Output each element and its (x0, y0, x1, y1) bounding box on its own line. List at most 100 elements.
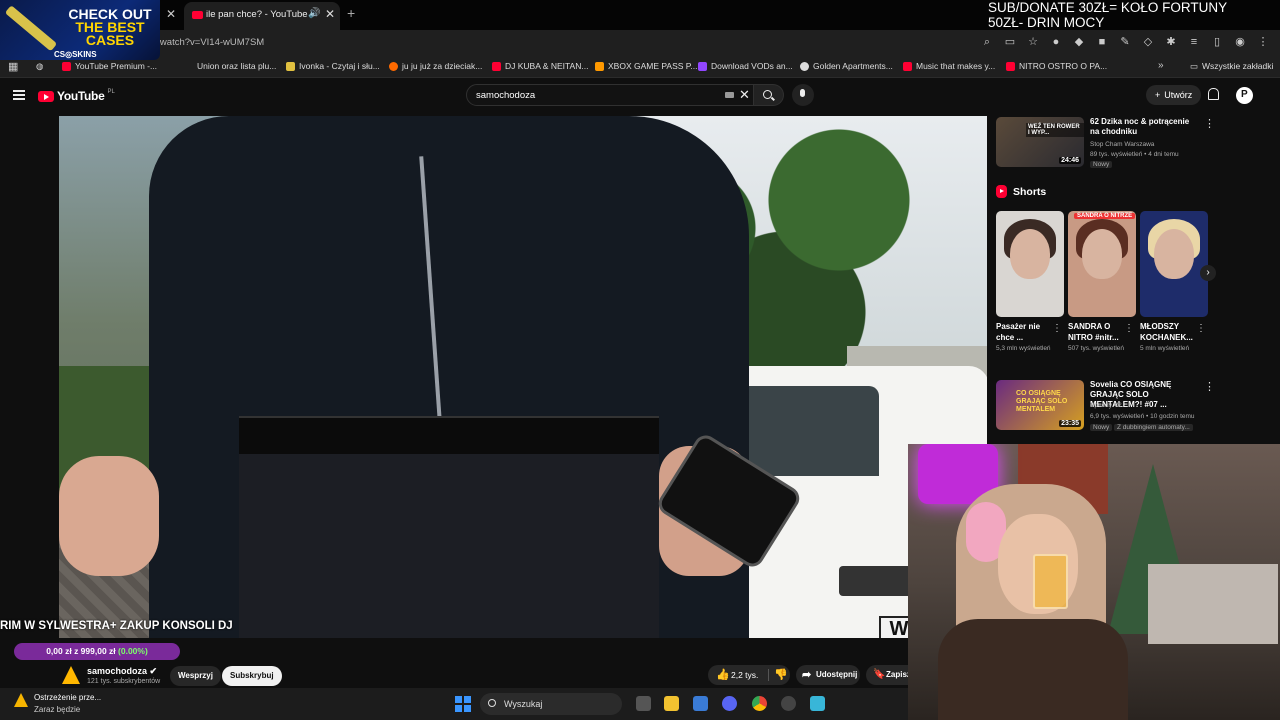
puzzle-icon[interactable]: ✱ (1164, 35, 1178, 49)
windows-start-icon[interactable] (455, 696, 471, 712)
chevron-right-icon[interactable]: › (1200, 265, 1216, 281)
short-views: 5 mln wyświetleń (1140, 345, 1190, 352)
thumbs-up-icon[interactable]: 👍 (716, 668, 730, 681)
discord-icon[interactable] (722, 696, 737, 711)
desk (1148, 564, 1278, 644)
video-player[interactable]: W (59, 116, 987, 638)
goal-percent: (0.00%) (118, 646, 148, 656)
menu-icon[interactable] (13, 90, 25, 100)
youtube-favicon-icon (192, 11, 203, 19)
menu-list-icon[interactable]: ≡ (1187, 35, 1201, 49)
bookmark-item[interactable]: ju ju już za dzieciak... (389, 61, 482, 71)
share-button[interactable]: ➦ Udostępnij (796, 665, 860, 685)
tab-youtube[interactable]: ile pan chce? - YouTube 🔊 ✕ (184, 2, 340, 30)
chevron-right-icon[interactable]: » (1158, 60, 1164, 71)
chrome-icon[interactable] (752, 696, 767, 711)
video-channel: Stop Cham Warszawa (1090, 141, 1155, 148)
close-tab-icon[interactable]: ✕ (166, 7, 176, 21)
like-count[interactable]: 2,2 tys. (731, 670, 758, 680)
bookmark-label: DJ KUBA & NEITAN... (505, 61, 589, 71)
donation-goal-bar: 0,00 zł z 999,00 zł (0.00%) (14, 643, 180, 660)
short-item[interactable]: SANDRA O NITRZE SANDRA O NITRO #nitr... … (1068, 211, 1136, 354)
channel-name[interactable]: samochodoza ✔ (87, 666, 157, 677)
file-explorer-icon[interactable] (664, 696, 679, 711)
recommended-video[interactable]: CO OSIĄGNĘ GRAJĄC SOLO MENTALEM 23:35 So… (996, 380, 1216, 436)
bookmark-item[interactable]: Golden Apartments... (800, 61, 893, 71)
taskbar-search-label: Wyszukaj (504, 699, 543, 709)
extension-icon[interactable]: ◆ (1072, 35, 1086, 49)
like-dislike-group: 👍 2,2 tys. 👎 (708, 665, 790, 685)
bookmark-item[interactable]: Music that makes y... (903, 61, 995, 71)
taskbar-search[interactable]: Wyszukaj (480, 693, 622, 715)
extension-icon[interactable]: ✎ (1118, 35, 1132, 49)
url-field[interactable]: n/watch?v=VI14-wUM7SM (152, 37, 264, 48)
bell-icon[interactable] (1208, 88, 1219, 100)
short-item[interactable]: Pasażer nie chce ... 5,3 mln wyświetleń … (996, 211, 1064, 354)
bookmark-item[interactable]: Union oraz lista plu... (184, 61, 276, 71)
short-thumb-face (1154, 229, 1194, 279)
all-bookmarks-button[interactable]: ▭ Wszystkie zakładki (1190, 61, 1273, 72)
bookmark-label: XBOX GAME PASS P... (608, 61, 698, 71)
microphone-icon[interactable] (792, 84, 814, 106)
warning-icon[interactable] (14, 693, 28, 707)
bookmark-favicon-icon (1006, 61, 1015, 71)
promo-banner[interactable]: CHECK OUT THE BEST CASES CS◎SKINS (0, 0, 160, 60)
more-vert-icon[interactable]: ⋮ (1196, 323, 1206, 334)
star-icon[interactable]: ☆ (1026, 35, 1040, 49)
more-icon[interactable]: ⋮ (1256, 35, 1270, 49)
bookmark-favicon-icon (389, 61, 398, 71)
jeans (239, 454, 659, 638)
youtube-logo[interactable]: YouTube PL (38, 89, 115, 103)
left-hand (59, 456, 159, 576)
search-value: samochodoza (476, 90, 536, 101)
new-tab-button[interactable]: + (347, 5, 355, 21)
weather-widget-title[interactable]: Ostrzeżenie prze... (34, 693, 101, 702)
bookmark-item[interactable]: DJ KUBA & NEITAN... (492, 61, 588, 71)
create-label: Utwórz (1164, 90, 1193, 100)
create-button[interactable]: + Utwórz (1146, 85, 1202, 105)
obs-icon[interactable] (781, 696, 796, 711)
bookmark-label: Golden Apartments... (813, 61, 893, 71)
taskbar: Ostrzeżenie prze... Zaraz będzie Wyszuka… (0, 688, 908, 720)
verified-icon: ✔ (149, 666, 158, 676)
bookmark-item[interactable]: NITRO OSTRO O PA... (1006, 61, 1107, 71)
extension-icon[interactable]: ■ (1095, 35, 1109, 49)
bookmark-item[interactable]: YouTube Premium -... (62, 61, 157, 71)
support-button[interactable]: Wesprzyj (170, 666, 221, 686)
plus-icon: + (1155, 90, 1161, 100)
speaker-icon[interactable]: 🔊 (308, 8, 320, 19)
search-input[interactable]: samochodoza ✕ (466, 84, 754, 106)
extension-icon[interactable]: ● (1049, 35, 1063, 49)
short-item[interactable]: MŁODSZY KOCHANEK... 5 mln wyświetleń ⋮ (1140, 211, 1208, 354)
start-tile (455, 705, 462, 712)
more-vert-icon[interactable]: ⋮ (1204, 380, 1215, 393)
notepad-icon[interactable] (810, 696, 825, 711)
apps-grid-icon[interactable]: ▦ (8, 60, 18, 73)
thumbs-down-icon[interactable]: 👎 (774, 668, 788, 681)
more-vert-icon[interactable]: ⋮ (1052, 323, 1062, 334)
more-vert-icon[interactable]: ⋮ (1204, 117, 1215, 130)
split-icon[interactable]: ▯ (1210, 35, 1224, 49)
keyboard-icon[interactable] (725, 92, 734, 98)
clear-icon[interactable]: ✕ (739, 87, 750, 103)
zoom-icon[interactable]: ⌕ (980, 35, 994, 49)
channel-avatar[interactable] (62, 666, 80, 684)
task-view-icon[interactable] (636, 696, 651, 711)
subscribe-button[interactable]: Subskrybuj (222, 666, 282, 686)
close-tab-icon[interactable]: ✕ (325, 7, 335, 21)
profile-icon[interactable]: ◉ (1233, 35, 1247, 49)
store-icon[interactable] (693, 696, 708, 711)
more-vert-icon[interactable]: ⋮ (1124, 323, 1134, 334)
video-meta: 6,9 tys. wyświetleń • 10 godzin temu (1090, 413, 1195, 420)
extension-icon[interactable]: ◇ (1141, 35, 1155, 49)
bookmark-item[interactable]: Ivonka - Czytaj i słu... (286, 61, 380, 71)
cast-icon[interactable]: ▭ (1003, 35, 1017, 49)
bookmark-item[interactable]: XBOX GAME PASS P... (595, 61, 697, 71)
webcam-overlay (908, 444, 1280, 720)
bookmark-item[interactable]: Download VODs an... (698, 61, 793, 71)
bookmark-icon[interactable]: ◍ (36, 61, 43, 72)
avatar[interactable] (1236, 87, 1253, 104)
recommended-video[interactable]: WEŹ TEN ROWER I WYP... 24:46 62 Dzika no… (996, 117, 1216, 173)
search-button[interactable] (754, 84, 784, 106)
new-badge: Nowy (1090, 424, 1113, 431)
